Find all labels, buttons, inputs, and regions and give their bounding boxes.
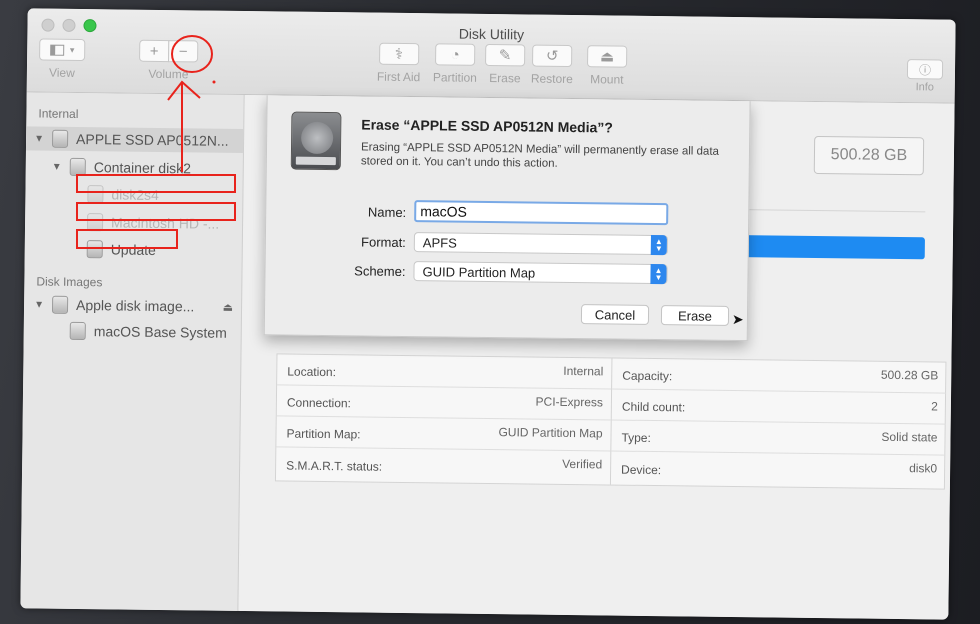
annotation-arrow-overlay <box>167 35 216 172</box>
annotation-dot <box>212 80 216 84</box>
annotation-circle <box>171 35 213 73</box>
annotation-arrow-icon <box>167 80 201 172</box>
